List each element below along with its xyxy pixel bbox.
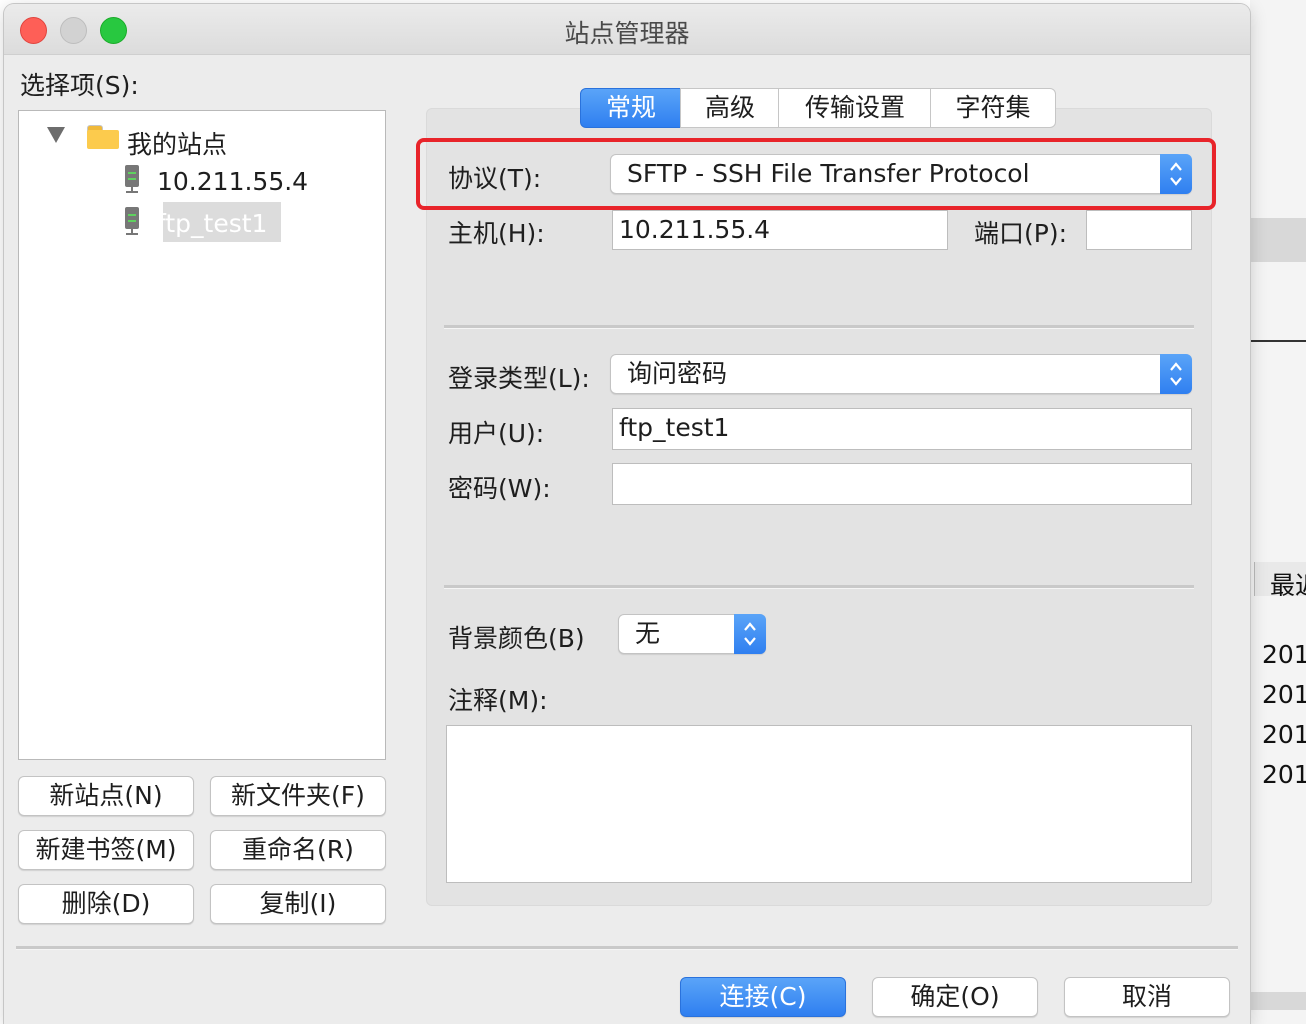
new-folder-button[interactable]: 新文件夹(F) — [210, 776, 386, 816]
background-color-label: 背景颜色(B) — [448, 624, 585, 653]
user-label: 用户(U): — [448, 419, 545, 448]
copy-button[interactable]: 复制(I) — [210, 884, 386, 924]
background-scrollbar[interactable] — [1250, 992, 1306, 1010]
tree-site-item[interactable]: 10.211.55.4 — [157, 167, 308, 196]
ok-button[interactable]: 确定(O) — [872, 977, 1038, 1017]
new-bookmark-button[interactable]: 新建书签(M) — [18, 830, 194, 870]
background-row-text: 201 — [1262, 680, 1306, 709]
up-down-arrows-icon — [734, 614, 766, 654]
background-color-select-value: 无 — [635, 619, 661, 648]
background-toolbar-strip — [1250, 218, 1306, 262]
server-icon — [125, 207, 139, 235]
footer-divider — [16, 946, 1238, 950]
tree-folder-my-sites[interactable]: 我的站点 — [127, 125, 227, 161]
logon-type-label: 登录类型(L): — [448, 364, 590, 393]
logon-type-select-value: 询问密码 — [627, 359, 728, 388]
logon-type-select[interactable]: 询问密码 — [610, 354, 1192, 394]
password-field[interactable] — [612, 463, 1192, 505]
background-row-text: 201 — [1262, 640, 1306, 669]
tab-charset[interactable]: 字符集 — [930, 88, 1056, 128]
port-field[interactable] — [1086, 210, 1192, 250]
section-divider — [444, 325, 1194, 329]
up-down-arrows-icon — [1160, 354, 1192, 394]
tab-transfer-settings[interactable]: 传输设置 — [778, 88, 932, 128]
title-bar: 站点管理器 — [4, 4, 1250, 55]
cancel-button[interactable]: 取消 — [1064, 977, 1230, 1017]
delete-button[interactable]: 删除(D) — [18, 884, 194, 924]
server-icon — [125, 165, 139, 193]
comments-textarea[interactable] — [446, 725, 1192, 883]
background-row-text: 201 — [1262, 760, 1306, 789]
comments-label: 注释(M): — [448, 686, 548, 715]
annotation-highlight-box — [416, 138, 1216, 210]
connect-button[interactable]: 连接(C) — [680, 977, 846, 1017]
background-column-header-label: 最近 — [1270, 571, 1306, 600]
section-divider — [444, 585, 1194, 589]
host-field[interactable]: 10.211.55.4 — [612, 210, 948, 250]
disclosure-triangle-icon[interactable] — [47, 127, 65, 143]
port-label: 端口(P): — [974, 219, 1068, 248]
tab-advanced[interactable]: 高级 — [680, 88, 780, 128]
new-site-button[interactable]: 新站点(N) — [18, 776, 194, 816]
background-divider — [1250, 340, 1306, 342]
password-label: 密码(W): — [448, 474, 551, 503]
background-color-select[interactable]: 无 — [618, 614, 766, 654]
site-manager-dialog: 站点管理器 选择项(S): 我的站点 10.211.55.4 ftp_test1… — [4, 4, 1250, 1024]
rename-button[interactable]: 重命名(R) — [210, 830, 386, 870]
window-title: 站点管理器 — [564, 19, 690, 48]
folder-icon — [87, 125, 119, 149]
site-tree[interactable]: 我的站点 10.211.55.4 ftp_test1 — [18, 110, 386, 760]
background-window — [1250, 0, 1306, 1024]
background-row-text: 201 — [1262, 720, 1306, 749]
host-label: 主机(H): — [448, 219, 545, 248]
select-entry-label: 选择项(S): — [20, 71, 139, 100]
user-field[interactable]: ftp_test1 — [612, 408, 1192, 450]
tab-general[interactable]: 常规 — [580, 88, 682, 128]
tree-site-item-selected[interactable]: ftp_test1 — [157, 209, 267, 238]
